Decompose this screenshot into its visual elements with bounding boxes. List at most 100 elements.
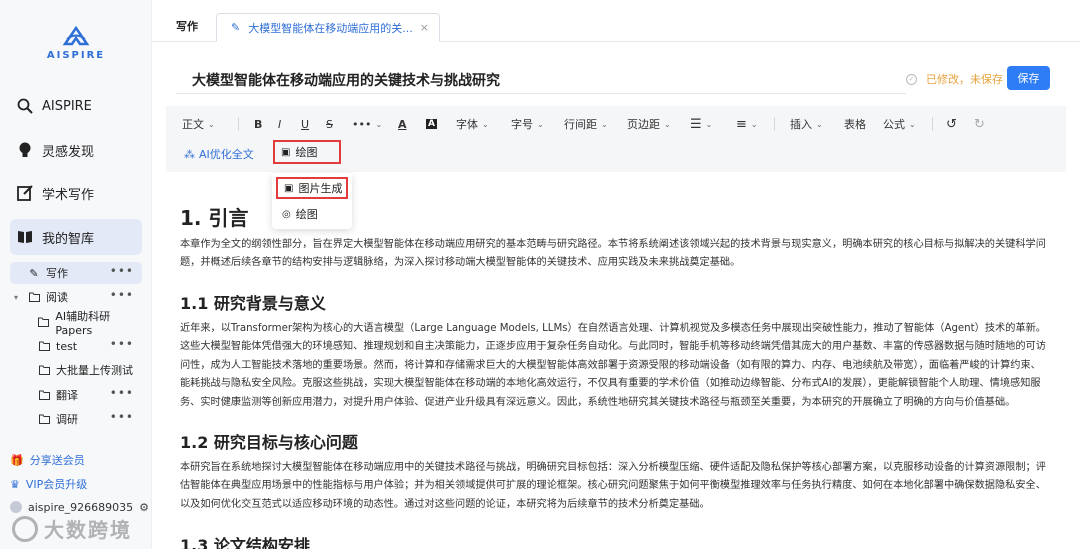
chevron-down-icon: ⌄ xyxy=(705,119,713,129)
font-color-button[interactable]: A xyxy=(398,116,407,132)
save-status: ✓ 已修改，未保存 xyxy=(906,71,1003,87)
nav-library[interactable]: 我的智库 xyxy=(10,219,142,255)
ai-optimize-button[interactable]: ⁂ AI优化全文 xyxy=(184,146,254,162)
more-icon[interactable]: ••• xyxy=(110,410,134,424)
tree-item-reading[interactable]: ▾ 阅读 ••• xyxy=(10,286,142,308)
folder-icon xyxy=(38,413,50,425)
watermark: 大数跨境 xyxy=(12,514,132,543)
book-icon xyxy=(16,228,34,246)
image-icon: ▣ xyxy=(281,146,291,158)
tree-label: 大批量上传测试 xyxy=(56,364,133,377)
line-height-select[interactable]: 行间距 ⌄ xyxy=(564,116,608,132)
tree-item-translate[interactable]: 翻译 ••• xyxy=(10,384,142,406)
draw-label: 绘图 xyxy=(295,146,318,159)
margin-select[interactable]: 页边距 ⌄ xyxy=(627,116,671,132)
underline-button[interactable]: U xyxy=(301,116,309,132)
nav-label: AISPIRE xyxy=(42,98,92,114)
nav-aispire[interactable]: AISPIRE xyxy=(10,89,142,123)
title-row[interactable]: 大模型智能体在移动端应用的关键技术与挑战研究 xyxy=(176,64,906,94)
italic-button[interactable]: I xyxy=(278,116,281,132)
font-size-label: 字号 xyxy=(511,118,533,131)
chevron-down-icon: ⌄ xyxy=(601,119,608,129)
tab-document[interactable]: ✎ 大模型智能体在移动端应用的关... × xyxy=(216,13,440,42)
chevron-down-icon: ⌄ xyxy=(375,119,383,129)
watermark-text: 大数跨境 xyxy=(44,518,132,542)
table-button[interactable]: 表格 xyxy=(844,116,866,132)
align-icon: ≡ xyxy=(736,116,747,132)
insert-select[interactable]: 插入 ⌄ xyxy=(790,116,823,132)
chevron-down-icon[interactable]: ▾ xyxy=(14,293,24,302)
tree-item-ai-papers[interactable]: AI辅助科研Papers xyxy=(10,310,142,337)
chevron-down-icon: ⌄ xyxy=(664,119,671,129)
ai-optimize-label: AI优化全文 xyxy=(199,148,254,161)
share-member-link[interactable]: 🎁 分享送会员 xyxy=(10,451,85,469)
undo-icon[interactable]: ↺ xyxy=(946,116,957,132)
tree-label: AI辅助科研Papers xyxy=(55,309,111,337)
nav-label: 我的智库 xyxy=(42,231,95,247)
nav-writing[interactable]: 学术写作 xyxy=(10,176,142,210)
more-format-button[interactable]: ••• ⌄ xyxy=(352,116,382,132)
tab-label: 大模型智能体在移动端应用的关... xyxy=(248,21,413,35)
tree-item-bulk-upload[interactable]: 大批量上传测试 xyxy=(10,359,142,381)
more-label: ••• xyxy=(352,117,372,131)
font-bg-label: A xyxy=(426,119,437,129)
tree-label: test xyxy=(56,339,78,353)
share-label: 分享送会员 xyxy=(29,454,85,467)
font-family-select[interactable]: 字体 ⌄ xyxy=(456,116,489,132)
vip-label: VIP会员升级 xyxy=(25,478,88,491)
gear-icon[interactable]: ⚙ xyxy=(139,501,149,514)
paragraph: 近年来，以Transformer架构为核心的大语言模型（Large Langua… xyxy=(180,323,1046,408)
more-icon[interactable]: ••• xyxy=(110,337,134,351)
check-circle-icon: ✓ xyxy=(906,73,917,85)
logo-icon xyxy=(62,26,90,46)
tree-item-research[interactable]: 调研 ••• xyxy=(10,408,142,430)
line-height-label: 行间距 xyxy=(564,118,597,131)
more-icon[interactable]: ••• xyxy=(110,264,134,278)
document-title[interactable]: 大模型智能体在移动端应用的关键技术与挑战研究 xyxy=(192,70,500,90)
paragraph-select[interactable]: 正文 ⌄ xyxy=(182,116,215,132)
chevron-down-icon: ⌄ xyxy=(482,119,489,129)
username: aispire_926689035 xyxy=(28,500,134,514)
tree-item-writing[interactable]: ✎ 写作 ••• xyxy=(10,262,142,284)
align-select[interactable]: ≡ ⌄ xyxy=(736,116,758,132)
status-text: 已修改，未保存 xyxy=(926,73,1003,86)
tab-bar: 写作 ✎ 大模型智能体在移动端应用的关... × xyxy=(152,0,1080,42)
nav-label: 学术写作 xyxy=(42,187,95,203)
tree-item-test[interactable]: test ••• xyxy=(10,335,142,357)
nav-inspiration[interactable]: 灵感发现 xyxy=(10,133,142,167)
list-select[interactable]: ☰ ⌄ xyxy=(690,116,712,132)
vip-upgrade-link[interactable]: ♛ VIP会员升级 xyxy=(10,475,87,493)
crown-icon: ♛ xyxy=(10,477,20,491)
font-size-select[interactable]: 字号 ⌄ xyxy=(511,116,544,132)
insert-label: 插入 xyxy=(790,118,812,131)
nav-label: 灵感发现 xyxy=(42,144,95,160)
pen-icon: ✎ xyxy=(29,266,39,280)
redo-icon[interactable]: ↻ xyxy=(974,116,985,132)
more-icon[interactable]: ••• xyxy=(110,386,134,400)
avatar xyxy=(10,501,22,513)
font-bg-button[interactable]: A xyxy=(426,116,437,132)
tab-writing[interactable]: 写作 xyxy=(176,18,198,34)
divider xyxy=(238,117,239,131)
editor-content[interactable]: 1. 引言 本章作为全文的纲领性部分，旨在界定大模型智能体在移动端应用研究的基本… xyxy=(166,172,1066,549)
folder-icon xyxy=(38,389,50,401)
chevron-down-icon: ⌄ xyxy=(750,119,758,129)
heading-2: 1.3 论文结构安排 xyxy=(180,536,310,549)
logo-text: AISPIRE xyxy=(46,50,106,61)
sidebar: AISPIRE AISPIRE 灵感发现 学术写作 我的智库 ✎ 写作 ••• … xyxy=(0,0,152,549)
heading-2: 1.2 研究目标与核心问题 xyxy=(180,433,358,452)
save-button[interactable]: 保存 xyxy=(1007,66,1050,90)
strike-button[interactable]: S xyxy=(326,116,333,132)
folder-icon xyxy=(38,316,50,328)
chevron-down-icon: ⌄ xyxy=(909,119,916,129)
bold-button[interactable]: B xyxy=(254,116,262,132)
logo[interactable]: AISPIRE xyxy=(44,26,108,66)
more-icon[interactable]: ••• xyxy=(110,288,134,302)
paragraph-label: 正文 xyxy=(182,118,204,131)
close-icon[interactable]: × xyxy=(420,21,429,34)
font-family-label: 字体 xyxy=(456,118,478,131)
formula-select[interactable]: 公式 ⌄ xyxy=(883,116,916,132)
draw-button[interactable]: ▣ 绘图 xyxy=(273,140,341,164)
folder-icon xyxy=(28,291,40,303)
chevron-down-icon: ⌄ xyxy=(537,119,544,129)
